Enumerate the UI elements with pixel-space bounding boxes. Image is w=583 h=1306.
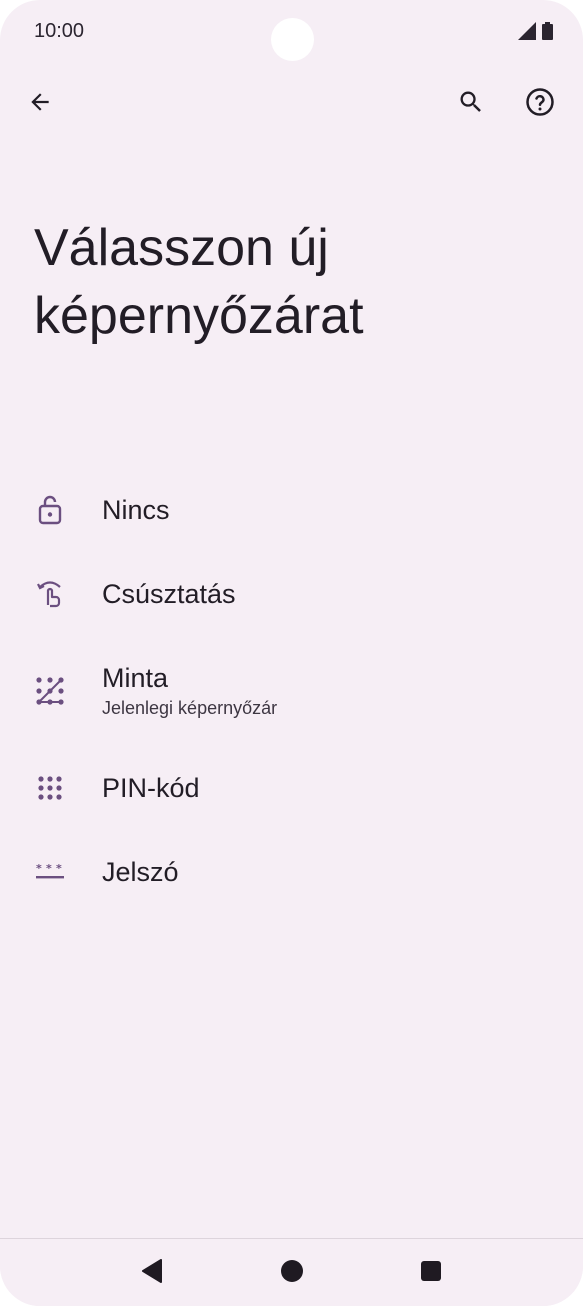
swipe-icon (34, 578, 66, 610)
help-icon (525, 87, 555, 122)
option-text: Jelszó (102, 857, 179, 888)
status-icons (518, 22, 553, 45)
status-time: 10:00 (34, 20, 85, 42)
top-app-bar (0, 72, 583, 136)
option-swipe[interactable]: Csúsztatás (0, 552, 583, 636)
square-recents-icon (420, 1260, 442, 1287)
option-label: Nincs (102, 494, 170, 525)
search-button[interactable] (447, 80, 495, 128)
password-icon: * * * (34, 856, 66, 888)
help-button[interactable] (516, 80, 564, 128)
camera-cutout (271, 18, 314, 61)
back-arrow-icon (27, 89, 53, 120)
option-none[interactable]: Nincs (0, 468, 583, 552)
signal-icon (518, 22, 536, 45)
system-navigation-bar (0, 1238, 583, 1306)
nav-home-button[interactable] (268, 1251, 316, 1295)
nav-back-button[interactable] (128, 1251, 176, 1295)
option-text: Minta Jelenlegi képernyőzár (102, 663, 277, 719)
pattern-icon (34, 675, 66, 707)
device-screen: 10:00 Válasszon új képernyőzárat Nincs C… (0, 0, 583, 1306)
svg-text:*: * (46, 862, 52, 875)
option-pattern[interactable]: Minta Jelenlegi képernyőzár (0, 636, 583, 746)
option-sublabel: Jelenlegi képernyőzár (102, 698, 278, 718)
triangle-back-icon (141, 1258, 163, 1288)
option-label: PIN-kód (102, 772, 200, 803)
option-text: Nincs (102, 495, 170, 526)
option-label: Jelszó (102, 856, 179, 887)
back-button[interactable] (16, 80, 64, 128)
option-label: Minta (102, 663, 169, 693)
circle-home-icon (280, 1259, 304, 1288)
option-label: Csúsztatás (102, 578, 236, 609)
lock-options-list: Nincs Csúsztatás Minta Jelenlegi képerny… (0, 468, 583, 914)
option-password[interactable]: * * * Jelszó (0, 830, 583, 914)
option-text: PIN-kód (102, 773, 200, 804)
option-text: Csúsztatás (102, 579, 236, 610)
nav-recents-button[interactable] (407, 1251, 455, 1295)
svg-text:*: * (56, 862, 62, 875)
battery-icon (542, 22, 553, 45)
search-icon (457, 88, 485, 121)
lock-open-icon (34, 494, 66, 526)
page-title: Válasszon új képernyőzárat (34, 219, 364, 345)
pin-dialpad-icon (34, 772, 66, 804)
svg-text:*: * (36, 862, 42, 875)
option-pin[interactable]: PIN-kód (0, 746, 583, 830)
status-bar: 10:00 (0, 0, 583, 66)
